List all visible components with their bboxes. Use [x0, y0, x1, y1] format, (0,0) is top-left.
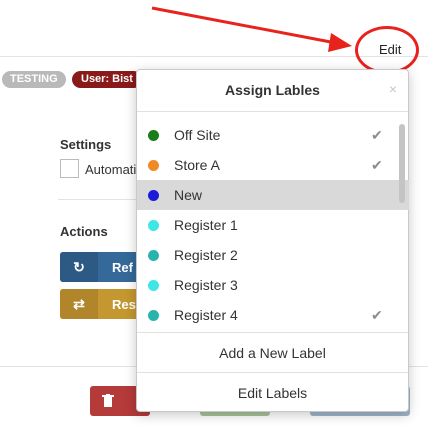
settings-heading: Settings — [60, 137, 112, 152]
actions-heading: Actions — [60, 224, 108, 239]
reset-button[interactable]: ⇄ Res — [60, 289, 140, 319]
label-item-new[interactable]: New — [137, 180, 409, 210]
label-name: New — [174, 187, 203, 203]
label-list-scrollbar[interactable] — [399, 124, 405, 203]
label-name: Off Site — [174, 127, 221, 143]
section-divider — [58, 199, 138, 200]
label-item-register-2[interactable]: Register 2 — [137, 240, 409, 270]
label-color-dot — [148, 249, 159, 261]
label-item-store-a[interactable]: Store A ✔ — [137, 150, 409, 180]
label-color-dot — [148, 309, 159, 321]
retweet-icon: ⇄ — [60, 289, 98, 319]
refresh-button[interactable]: ↻ Ref — [60, 252, 140, 282]
automation-checkbox-label: Automati — [85, 162, 137, 177]
label-name: Register 2 — [174, 247, 238, 263]
popover-title: Assign Lables — [137, 70, 408, 112]
label-color-dot — [148, 219, 159, 231]
reset-button-label: Res — [112, 296, 136, 312]
red-circle-annotation — [355, 26, 419, 74]
close-icon[interactable]: × — [389, 82, 397, 96]
edit-labels-button[interactable]: Edit Labels — [137, 372, 408, 412]
check-icon: ✔ — [371, 306, 383, 323]
refresh-button-label: Ref — [112, 259, 133, 275]
trash-icon — [102, 394, 114, 407]
check-icon: ✔ — [371, 156, 383, 173]
label-name: Register 4 — [174, 307, 238, 323]
label-item-off-site[interactable]: Off Site ✔ — [137, 120, 409, 150]
label-name: Register 1 — [174, 217, 238, 233]
refresh-icon: ↻ — [60, 252, 98, 282]
check-icon: ✔ — [371, 126, 383, 143]
label-item-register-3[interactable]: Register 3 — [137, 270, 409, 300]
label-color-dot — [148, 279, 159, 291]
automation-checkbox[interactable] — [60, 159, 79, 178]
add-new-label-button[interactable]: Add a New Label — [137, 332, 408, 372]
label-name: Register 3 — [174, 277, 238, 293]
label-color-dot — [148, 159, 159, 171]
label-name: Store A — [174, 157, 220, 173]
label-item-register-4[interactable]: Register 4 ✔ — [137, 300, 409, 330]
assign-labels-popover: Assign Lables × Off Site ✔ Store A ✔ New… — [136, 69, 409, 412]
label-color-dot — [148, 129, 159, 141]
label-color-dot — [148, 189, 159, 201]
label-item-register-1[interactable]: Register 1 — [137, 210, 409, 240]
